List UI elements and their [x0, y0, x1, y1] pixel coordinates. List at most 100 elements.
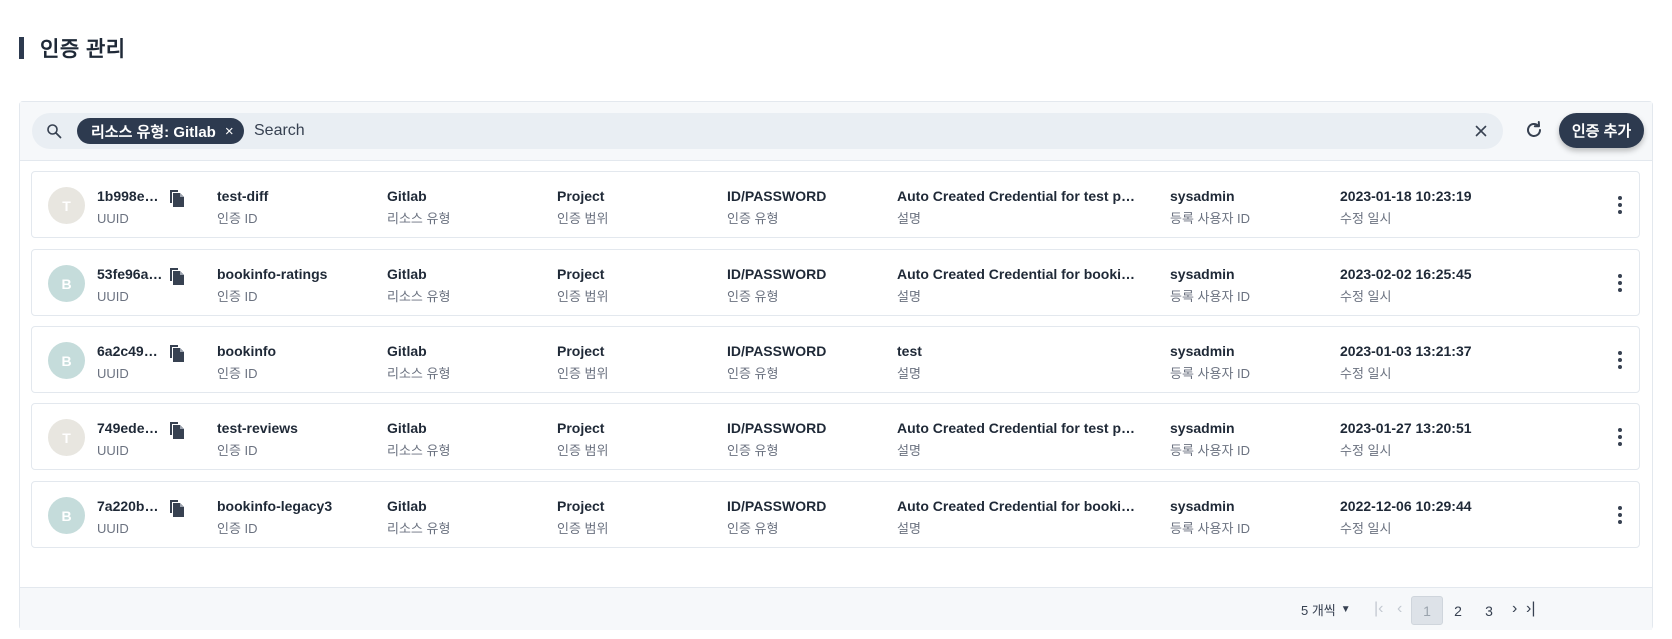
caret-down-icon: ▼: [1340, 604, 1351, 615]
next-page-icon[interactable]: ›: [1512, 600, 1517, 618]
uuid-value: 7a220b4…: [97, 498, 165, 514]
more-options-icon[interactable]: [1617, 195, 1623, 215]
prev-page-icon[interactable]: ‹: [1397, 600, 1402, 618]
search-input[interactable]: [254, 118, 1434, 144]
auth-id-label: 인증 ID: [217, 211, 258, 226]
auth-type-label: 인증 유형: [727, 366, 779, 381]
registrant-value: sysadmin: [1170, 498, 1235, 514]
scope-value: Project: [557, 343, 605, 359]
modified-label: 수정 일시: [1340, 289, 1392, 304]
resource-type-cell: Gitlab 리소스 유형: [387, 188, 547, 227]
registrant-label: 등록 사용자 ID: [1170, 443, 1251, 458]
uuid-label: UUID: [97, 211, 129, 226]
modified-value: 2023-01-18 10:23:19: [1340, 188, 1472, 204]
auth-id-cell: bookinfo 인증 ID: [217, 343, 377, 382]
resource-type-cell: Gitlab 리소스 유형: [387, 266, 547, 305]
page-button-2[interactable]: 2: [1442, 596, 1474, 625]
description-value: Auto Created Credential for bookinfo…: [897, 498, 1137, 514]
resource-type-label: 리소스 유형: [387, 521, 451, 536]
credential-row[interactable]: B 53fe96ab… UUID bookinfo-ratings 인증 ID Gitla…: [31, 249, 1640, 316]
credential-row[interactable]: T 1b998e8… UUID test-diff 인증 ID Gitlab 리소스 유형 P…: [31, 171, 1640, 238]
credential-row[interactable]: B 7a220b4… UUID bookinfo-legacy3 인증 ID Gitlab…: [31, 481, 1640, 548]
description-cell: Auto Created Credential for test proj… 설명: [897, 188, 1137, 227]
modified-label: 수정 일시: [1340, 521, 1392, 536]
page-button-3[interactable]: 3: [1473, 596, 1505, 625]
registrant-cell: sysadmin 등록 사용자 ID: [1170, 498, 1330, 537]
description-cell: Auto Created Credential for test proj… 설명: [897, 420, 1137, 459]
uuid-label: UUID: [97, 289, 129, 304]
modified-cell: 2023-02-02 16:25:45 수정 일시: [1340, 266, 1510, 305]
resource-type-cell: Gitlab 리소스 유형: [387, 420, 547, 459]
title-accent-bar: [19, 37, 24, 59]
avatar: B: [48, 497, 85, 534]
resource-type-label: 리소스 유형: [387, 211, 451, 226]
first-page-icon[interactable]: |‹: [1374, 600, 1383, 618]
uuid-value: 749ede1…: [97, 420, 165, 436]
credential-panel: 리소스 유형: Gitlab × 인증 추가 T 1b998e8… UUID test…: [19, 101, 1653, 630]
credential-list: T 1b998e8… UUID test-diff 인증 ID Gitlab 리소스 유형 P…: [20, 161, 1652, 587]
scope-label: 인증 범위: [557, 211, 609, 226]
credential-row[interactable]: B 6a2c496… UUID bookinfo 인증 ID Gitlab 리소스 유형 Pr…: [31, 326, 1640, 393]
auth-type-cell: ID/PASSWORD 인증 유형: [727, 343, 887, 382]
copy-icon[interactable]: [168, 420, 186, 440]
uuid-cell: 7a220b4… UUID: [97, 498, 165, 537]
credential-row[interactable]: T 749ede1… UUID test-reviews 인증 ID Gitlab 리소스 …: [31, 403, 1640, 470]
more-options-icon[interactable]: [1617, 350, 1623, 370]
auth-id-value: test-diff: [217, 188, 269, 204]
add-credential-button[interactable]: 인증 추가: [1559, 113, 1644, 148]
auth-id-cell: test-diff 인증 ID: [217, 188, 377, 227]
description-cell: Auto Created Credential for bookinfo… 설명: [897, 498, 1137, 537]
resource-type-label: 리소스 유형: [387, 289, 451, 304]
auth-type-cell: ID/PASSWORD 인증 유형: [727, 498, 887, 537]
registrant-cell: sysadmin 등록 사용자 ID: [1170, 343, 1330, 382]
registrant-value: sysadmin: [1170, 266, 1235, 282]
more-options-icon[interactable]: [1617, 505, 1623, 525]
registrant-cell: sysadmin 등록 사용자 ID: [1170, 266, 1330, 305]
description-cell: Auto Created Credential for bookinfo… 설명: [897, 266, 1137, 305]
avatar: B: [48, 342, 85, 379]
auth-id-label: 인증 ID: [217, 521, 258, 536]
registrant-value: sysadmin: [1170, 420, 1235, 436]
auth-id-label: 인증 ID: [217, 366, 258, 381]
auth-type-label: 인증 유형: [727, 443, 779, 458]
registrant-label: 등록 사용자 ID: [1170, 521, 1251, 536]
page-size-label: 5 개씩: [1301, 603, 1336, 618]
copy-icon[interactable]: [168, 343, 186, 363]
modified-cell: 2023-01-27 13:20:51 수정 일시: [1340, 420, 1510, 459]
avatar: B: [48, 265, 85, 302]
registrant-label: 등록 사용자 ID: [1170, 289, 1251, 304]
refresh-icon[interactable]: [1523, 119, 1545, 141]
page-size-select[interactable]: 5 개씩 ▼: [1301, 600, 1351, 619]
uuid-label: UUID: [97, 443, 129, 458]
resource-type-cell: Gitlab 리소스 유형: [387, 343, 547, 382]
filter-chip-resource-type: 리소스 유형: Gitlab ×: [77, 118, 244, 144]
modified-cell: 2023-01-18 10:23:19 수정 일시: [1340, 188, 1510, 227]
filter-chip-close-icon[interactable]: ×: [225, 123, 234, 140]
more-options-icon[interactable]: [1617, 427, 1623, 447]
page-button-1[interactable]: 1: [1411, 596, 1443, 625]
auth-type-value: ID/PASSWORD: [727, 188, 827, 204]
last-page-icon[interactable]: ›|: [1526, 600, 1535, 618]
modified-label: 수정 일시: [1340, 443, 1392, 458]
copy-icon[interactable]: [168, 266, 186, 286]
resource-type-value: Gitlab: [387, 266, 427, 282]
page-title: 인증 관리: [40, 38, 126, 61]
modified-cell: 2023-01-03 13:21:37 수정 일시: [1340, 343, 1510, 382]
search-icon: [47, 124, 62, 139]
modified-label: 수정 일시: [1340, 211, 1392, 226]
toolbar: 리소스 유형: Gitlab × 인증 추가: [20, 102, 1652, 161]
auth-type-value: ID/PASSWORD: [727, 420, 827, 436]
auth-type-label: 인증 유형: [727, 211, 779, 226]
scope-cell: Project 인증 범위: [557, 498, 717, 537]
auth-id-cell: test-reviews 인증 ID: [217, 420, 377, 459]
clear-search-icon[interactable]: [1472, 122, 1490, 140]
modified-value: 2023-01-27 13:20:51: [1340, 420, 1472, 436]
auth-id-cell: bookinfo-legacy3 인증 ID: [217, 498, 377, 537]
copy-icon[interactable]: [168, 188, 186, 208]
modified-value: 2023-02-02 16:25:45: [1340, 266, 1472, 282]
description-cell: test 설명: [897, 343, 1137, 382]
more-options-icon[interactable]: [1617, 273, 1623, 293]
copy-icon[interactable]: [168, 498, 186, 518]
search-bar[interactable]: 리소스 유형: Gitlab ×: [32, 113, 1503, 149]
uuid-label: UUID: [97, 366, 129, 381]
